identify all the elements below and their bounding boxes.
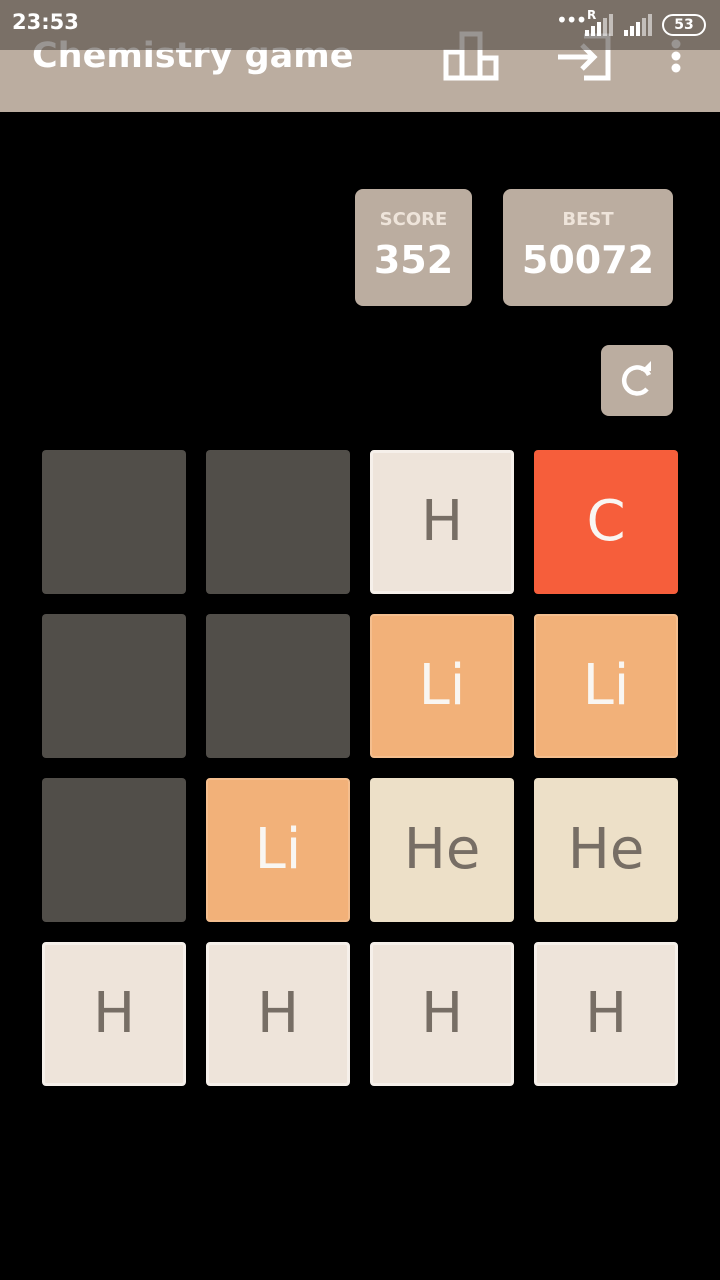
empty-cell (42, 778, 186, 922)
status-bar: 23:53 ••• R 53 (0, 0, 720, 50)
tile-he: He (534, 778, 678, 922)
signal-icon-2 (624, 14, 652, 36)
empty-cell (206, 450, 350, 594)
status-dots: ••• (556, 8, 587, 32)
empty-cell (42, 450, 186, 594)
tile-h: H (534, 942, 678, 1086)
tile-li: Li (370, 614, 514, 758)
refresh-icon (621, 361, 652, 396)
empty-cell (206, 614, 350, 758)
best-value: 50072 (521, 238, 655, 282)
score-value: 352 (373, 238, 454, 282)
score-box: SCORE 352 (355, 189, 472, 306)
game-board[interactable]: H C Li Li Li He He H H H H (42, 450, 678, 1086)
tile-h: H (42, 942, 186, 1086)
status-time: 23:53 (12, 10, 79, 34)
best-label: BEST (562, 209, 614, 230)
tile-h: H (370, 450, 514, 594)
tile-c: C (534, 450, 678, 594)
battery-icon: 53 (662, 14, 706, 36)
signal-icon (585, 14, 613, 36)
empty-cell (42, 614, 186, 758)
tile-h: H (206, 942, 350, 1086)
tile-li: Li (206, 778, 350, 922)
game-screen: Chemistry game 23:53 ••• R 53 SCORE 352 … (0, 0, 720, 1280)
tile-he: He (370, 778, 514, 922)
tile-h: H (370, 942, 514, 1086)
best-score-box: BEST 50072 (503, 189, 673, 306)
tile-li: Li (534, 614, 678, 758)
score-label: SCORE (379, 209, 448, 230)
restart-button[interactable] (601, 345, 673, 416)
